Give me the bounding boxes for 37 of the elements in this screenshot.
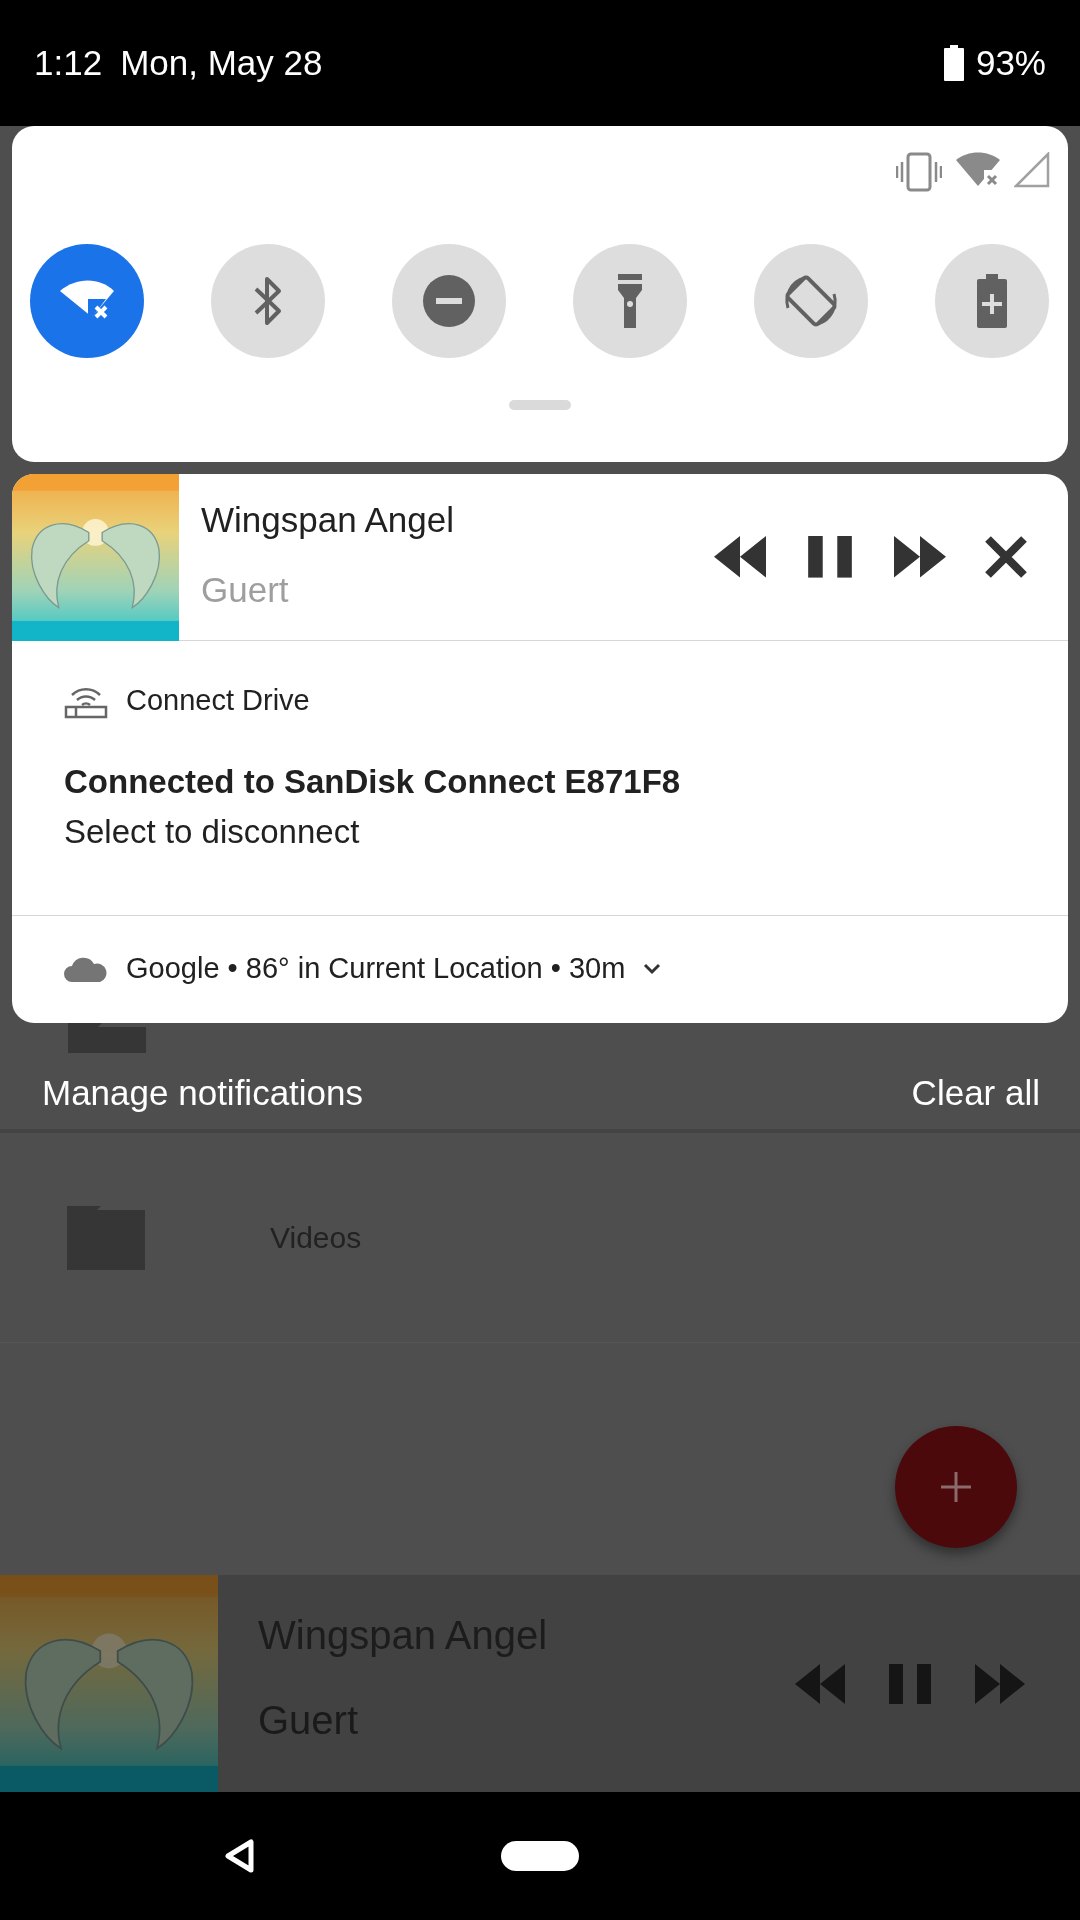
back-button[interactable] bbox=[225, 1839, 255, 1873]
fast-forward-icon bbox=[894, 536, 946, 578]
cloud-icon bbox=[64, 955, 108, 982]
wifi-off-icon bbox=[956, 152, 1000, 188]
do-not-disturb-icon bbox=[423, 275, 475, 327]
rewind-icon bbox=[714, 536, 766, 578]
vibrate-icon bbox=[896, 152, 942, 192]
clock: 1:12 bbox=[34, 43, 103, 83]
date: Mon, May 28 bbox=[120, 43, 323, 83]
fast-forward-icon bbox=[975, 1663, 1025, 1704]
notification-text: Select to disconnect bbox=[64, 813, 361, 851]
manage-notifications-button[interactable]: Manage notifications bbox=[42, 1073, 364, 1113]
home-button[interactable] bbox=[501, 1841, 579, 1871]
bluetooth-icon bbox=[253, 275, 283, 327]
battery-percentage: 93% bbox=[975, 43, 1046, 83]
fast-forward-button[interactable] bbox=[894, 536, 946, 578]
chevron-down-icon[interactable] bbox=[643, 962, 662, 975]
plus-icon bbox=[939, 1470, 973, 1504]
battery-saver-icon bbox=[977, 274, 1007, 328]
home-pill-icon bbox=[501, 1841, 579, 1871]
track-artist: Guert bbox=[201, 570, 290, 610]
rewind-icon bbox=[795, 1663, 845, 1704]
rewind-button[interactable] bbox=[714, 536, 766, 578]
drag-handle[interactable] bbox=[509, 400, 571, 410]
clear-all-button[interactable]: Clear all bbox=[911, 1073, 1040, 1113]
weather-summary: Google • 86° in Current Location • 30m bbox=[126, 952, 626, 985]
folder-icon bbox=[67, 1205, 145, 1270]
back-icon bbox=[225, 1839, 255, 1873]
battery-icon bbox=[943, 45, 964, 81]
track-title: Wingspan Angel bbox=[201, 500, 455, 540]
close-button[interactable] bbox=[984, 535, 1028, 579]
flashlight-icon bbox=[617, 274, 643, 328]
folder-icon bbox=[68, 1023, 146, 1053]
signal-icon bbox=[1014, 152, 1050, 188]
notification-title: Connected to SanDisk Connect E871F8 bbox=[64, 763, 682, 801]
close-icon bbox=[984, 535, 1028, 579]
app-name: Connect Drive bbox=[126, 683, 310, 717]
